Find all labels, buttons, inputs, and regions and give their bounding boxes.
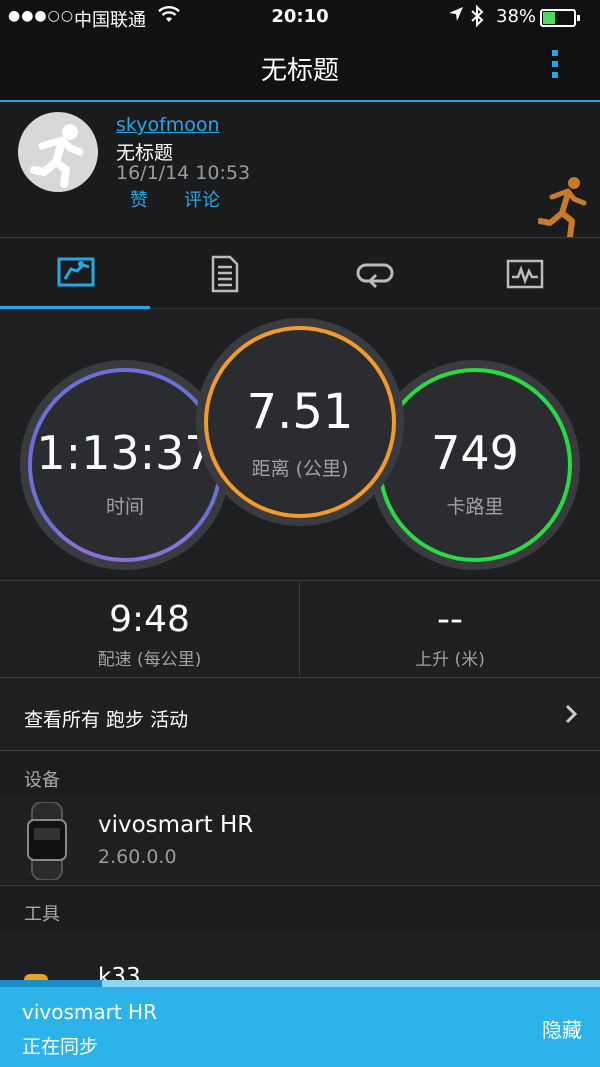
running-person-icon bbox=[30, 124, 84, 188]
distance-ring: 7.51 距离 (公里) bbox=[204, 326, 396, 518]
view-all-activities-row[interactable]: 查看所有 跑步 活动 bbox=[0, 679, 600, 751]
sync-progress-bar bbox=[0, 980, 600, 987]
elevation-label: 上升 (米) bbox=[415, 650, 485, 670]
device-item[interactable]: vivosmart HR 2.60.0.0 bbox=[0, 796, 600, 886]
elevation-value: -- bbox=[437, 599, 463, 640]
sync-status: 正在同步 bbox=[22, 1036, 99, 1058]
view-all-label: 查看所有 跑步 活动 bbox=[24, 709, 189, 731]
devices-section-header: 设备 bbox=[0, 752, 600, 796]
calories-value: 749 bbox=[431, 426, 519, 480]
summary-stats: 1:13:37 时间 749 卡路里 7.51 距离 (公里) bbox=[0, 310, 600, 580]
graph-icon bbox=[506, 259, 544, 289]
time-value: 1:13:37 bbox=[36, 426, 214, 480]
page-title: 无标题 bbox=[260, 56, 339, 86]
sync-banner: vivosmart HR 正在同步 隐藏 bbox=[0, 980, 600, 1067]
more-menu-icon[interactable] bbox=[552, 50, 560, 86]
laps-loop-icon bbox=[356, 263, 394, 289]
bluetooth-icon bbox=[470, 4, 484, 32]
document-list-icon bbox=[211, 255, 239, 293]
pace-elevation-row: 9:48 配速 (每公里) -- 上升 (米) bbox=[0, 580, 600, 678]
elevation-cell: -- 上升 (米) bbox=[300, 581, 600, 678]
pace-cell: 9:48 配速 (每公里) bbox=[0, 581, 299, 678]
comment-button[interactable]: 评论 bbox=[184, 186, 220, 212]
fitness-band-icon bbox=[27, 802, 67, 880]
devices-header-label: 设备 bbox=[24, 770, 60, 791]
battery-percent: 38% bbox=[496, 6, 537, 27]
pace-value: 9:48 bbox=[109, 599, 190, 640]
activity-header: skyofmoon 无标题 16/1/14 10:53 赞 评论 bbox=[0, 104, 600, 238]
status-bar: ●●●○○ 中国联通 20:10 38% bbox=[0, 0, 600, 36]
device-name: vivosmart HR bbox=[98, 812, 254, 838]
chevron-right-icon bbox=[564, 703, 578, 731]
location-arrow-icon bbox=[448, 6, 464, 26]
tool-item[interactable]: k33 bbox=[0, 930, 600, 980]
username-link[interactable]: skyofmoon bbox=[116, 114, 220, 136]
tools-section-header: 工具 bbox=[0, 886, 600, 930]
time-ring: 1:13:37 时间 bbox=[28, 368, 222, 562]
run-chart-icon bbox=[57, 257, 95, 287]
avatar[interactable] bbox=[18, 112, 98, 192]
distance-value: 7.51 bbox=[246, 384, 354, 440]
calories-ring: 749 卡路里 bbox=[378, 368, 572, 562]
tab-charts[interactable] bbox=[450, 239, 600, 309]
hide-button[interactable]: 隐藏 bbox=[542, 1014, 582, 1043]
sync-device-name: vivosmart HR bbox=[22, 1000, 157, 1024]
like-button[interactable]: 赞 bbox=[130, 186, 148, 212]
nav-bar: 无标题 bbox=[0, 36, 600, 102]
detail-tab-bar bbox=[0, 239, 600, 309]
pace-label: 配速 (每公里) bbox=[97, 650, 202, 670]
tab-laps[interactable] bbox=[300, 239, 450, 309]
distance-label: 距离 (公里) bbox=[251, 458, 349, 480]
activity-datetime: 16/1/14 10:53 bbox=[116, 162, 251, 184]
activity-title: 无标题 bbox=[116, 142, 174, 164]
sync-progress-fill bbox=[0, 980, 102, 987]
tab-overview[interactable] bbox=[0, 239, 150, 309]
battery-icon bbox=[540, 9, 580, 27]
calories-label: 卡路里 bbox=[446, 496, 504, 518]
tool-name: k33 bbox=[98, 964, 141, 980]
tab-details[interactable] bbox=[150, 239, 300, 309]
device-version: 2.60.0.0 bbox=[98, 846, 177, 868]
time-label: 时间 bbox=[105, 496, 144, 518]
tools-header-label: 工具 bbox=[24, 904, 60, 925]
running-activity-icon bbox=[538, 177, 587, 237]
